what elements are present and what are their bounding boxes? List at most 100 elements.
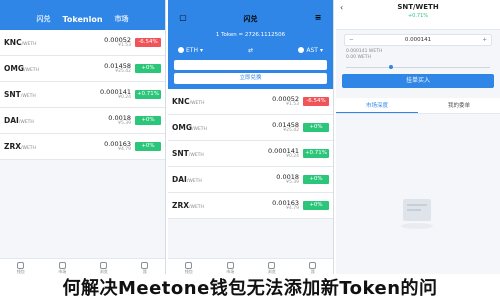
status-bar xyxy=(0,0,165,8)
swap-arrows-icon[interactable]: ⇄ xyxy=(248,47,253,54)
pair-row-zrx[interactable]: ZRX/WETH 0.00163 ¥4.79 +0% xyxy=(0,134,165,160)
tab-wallet[interactable]: 钱包 xyxy=(185,261,193,274)
plus-icon[interactable]: + xyxy=(482,37,487,43)
chart-icon xyxy=(58,261,66,269)
swap-panel: ▢ 闪兑 ≡ 1 Token = 2726.1112506 ETH ▾ ⇄ AST… xyxy=(168,0,334,300)
swap-card: ▢ 闪兑 ≡ 1 Token = 2726.1112506 ETH ▾ ⇄ AST… xyxy=(168,0,333,89)
order-info: 0.000141 WETH 0.00 WETH xyxy=(336,46,500,61)
ast-icon xyxy=(298,47,305,53)
empty-state-icon xyxy=(401,199,433,229)
change-badge: +0% xyxy=(303,123,329,132)
buy-order-button[interactable]: 挂单买入 xyxy=(342,74,494,88)
pair-quote: /WETH xyxy=(188,153,204,158)
eth-icon xyxy=(178,47,184,53)
amount-input[interactable] xyxy=(174,60,327,70)
banner-text: 何解决Meetone钱包无法添加新Token的问 xyxy=(62,278,438,299)
price-input[interactable]: − 0.000141 + xyxy=(344,34,492,46)
pair-row-knc[interactable]: KNC/WETH 0.00052 ¥1.53 -6.54% xyxy=(168,89,333,115)
pair-base: KNC xyxy=(172,97,190,106)
change-badge: +0% xyxy=(135,116,161,125)
slider-handle[interactable] xyxy=(389,65,394,69)
change-badge: -6.54% xyxy=(303,97,329,106)
pair-base: DAI xyxy=(172,175,187,184)
pair-row-snt[interactable]: SNT/WETH 0.000141 ¥0.24 +0.71% xyxy=(168,141,333,167)
pair-title: SNT/WETH xyxy=(397,3,439,11)
change-badge: +0% xyxy=(303,201,329,210)
chart-icon xyxy=(226,261,234,269)
status-bar xyxy=(174,0,327,8)
wallet-icon xyxy=(17,261,25,269)
pair-base: OMG xyxy=(172,123,192,132)
pair-price-sub: ¥1.53 xyxy=(118,42,131,48)
list-icon[interactable]: ≡ xyxy=(313,13,323,23)
pair-quote: /WETH xyxy=(20,94,36,99)
tab-browse[interactable]: 浏览 xyxy=(100,261,108,274)
tab-markets[interactable]: 市场 xyxy=(58,261,66,274)
from-token-select[interactable]: ETH ▾ xyxy=(178,47,203,54)
tab-browse[interactable]: 浏览 xyxy=(268,261,276,274)
tab-my-orders[interactable]: 我的委单 xyxy=(418,98,500,113)
price-value: 0.000141 xyxy=(404,37,432,43)
pair-quote: /WETH xyxy=(21,146,36,151)
pair-row-omg[interactable]: OMG/WETH 0.01458 ¥25.42 +0% xyxy=(168,115,333,141)
pair-base: ZRX xyxy=(172,201,189,210)
trade-header: ‹ SNT/WETH +0.71% xyxy=(336,0,500,30)
tab-markets[interactable]: 市场 xyxy=(226,261,234,274)
tab-swap[interactable]: 闪兑 xyxy=(36,14,50,24)
change-badge: +0% xyxy=(135,64,161,73)
change-badge: +0.71% xyxy=(303,149,329,158)
pair-quote: /WETH xyxy=(24,68,39,73)
tab-me[interactable]: 我 xyxy=(309,261,317,274)
chevron-down-icon: ▾ xyxy=(199,46,203,54)
header-tabs: 闪兑 Tokenlon 市场 xyxy=(0,8,165,30)
tab-wallet[interactable]: 钱包 xyxy=(17,261,25,274)
user-icon xyxy=(141,261,149,269)
tab-depth[interactable]: 市场深度 xyxy=(336,98,418,113)
pair-quote: /WETH xyxy=(18,120,34,125)
pair-row-dai[interactable]: DAI/WETH 0.0018 ¥5.39 +0% xyxy=(168,167,333,193)
amount-slider[interactable] xyxy=(346,65,490,69)
pair-price-sub: ¥4.79 xyxy=(286,205,299,211)
token-selector-row: ETH ▾ ⇄ AST ▾ xyxy=(174,42,327,58)
pair-quote: /WETH xyxy=(192,127,207,132)
page-title: 闪兑 xyxy=(243,15,258,23)
pair-base: SNT xyxy=(172,149,189,158)
scan-icon[interactable]: ▢ xyxy=(178,13,188,23)
pair-base: ZRX xyxy=(4,142,21,151)
change-badge: +0.71% xyxy=(135,90,161,99)
pair-change: +0.71% xyxy=(407,13,429,19)
trade-panel: ‹ SNT/WETH +0.71% − 0.000141 + 0.000141 … xyxy=(336,0,500,300)
tab-market[interactable]: 市场 xyxy=(115,14,129,24)
compass-icon xyxy=(100,261,108,269)
info-line: 0.00 WETH xyxy=(346,55,371,60)
article-title-banner: 何解决Meetone钱包无法添加新Token的问 xyxy=(0,274,500,300)
minus-icon[interactable]: − xyxy=(349,37,354,43)
pair-quote: /WETH xyxy=(189,205,204,210)
trade-tabs: 市场深度 我的委单 xyxy=(336,98,500,114)
pair-row-knc[interactable]: KNC/WETH 0.00052 ¥1.53 -6.54% xyxy=(0,30,165,56)
pair-list: KNC/WETH 0.00052 ¥1.53 -6.54% OMG/WETH 0.… xyxy=(168,89,333,219)
pair-base: OMG xyxy=(4,64,24,73)
pair-price-sub: ¥4.79 xyxy=(118,146,131,152)
pair-row-omg[interactable]: OMG/WETH 0.01458 ¥25.42 +0% xyxy=(0,56,165,82)
pair-price-sub: ¥5.39 xyxy=(286,179,299,185)
to-token-select[interactable]: AST ▾ xyxy=(298,47,323,54)
pair-quote: /WETH xyxy=(186,179,202,184)
chevron-down-icon: ▾ xyxy=(319,46,323,54)
compass-icon xyxy=(268,261,276,269)
tab-tokenlon[interactable]: Tokenlon xyxy=(62,15,102,24)
pair-row-snt[interactable]: SNT/WETH 0.000141 ¥0.24 +0.71% xyxy=(0,82,165,108)
user-icon xyxy=(309,261,317,269)
pair-row-zrx[interactable]: ZRX/WETH 0.00163 ¥4.79 +0% xyxy=(168,193,333,219)
pair-price-sub: ¥25.42 xyxy=(283,127,299,133)
change-badge: -6.54% xyxy=(135,38,161,47)
pair-price-sub: ¥1.53 xyxy=(286,101,299,107)
pair-list: KNC/WETH 0.00052 ¥1.53 -6.54% OMG/WETH 0.… xyxy=(0,30,165,160)
swap-button[interactable]: 立即兑换 xyxy=(174,73,327,84)
pair-quote: /WETH xyxy=(189,101,205,106)
tab-me[interactable]: 我 xyxy=(141,261,149,274)
pair-row-dai[interactable]: DAI/WETH 0.0018 ¥5.39 +0% xyxy=(0,108,165,134)
pair-base: SNT xyxy=(4,90,21,99)
pair-price-sub: ¥25.42 xyxy=(115,68,131,74)
market-header: 闪兑 Tokenlon 市场 xyxy=(0,0,165,30)
